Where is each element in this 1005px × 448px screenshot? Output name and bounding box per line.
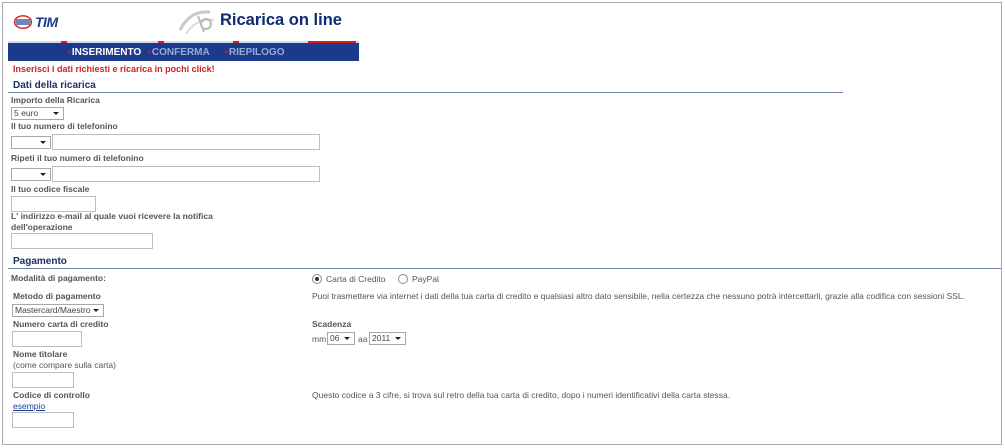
step-inserimento: » INSERIMENTO <box>67 47 142 58</box>
cvv-input[interactable] <box>12 412 74 428</box>
page-frame: TIM Ricarica on line » INSERIMENTO » CON… <box>2 2 1002 445</box>
holder-label: Nome titolare <box>13 349 68 359</box>
holder-name-input[interactable] <box>12 372 74 388</box>
step-conferma: » CONFERMA <box>147 47 210 58</box>
expiry-label: Scadenza <box>312 319 352 329</box>
cvv-note: Questo codice a 3 cifre, si trova sul re… <box>312 390 731 400</box>
phone-repeat-prefix-select[interactable] <box>11 168 51 181</box>
payment-method-select[interactable]: Mastercard/Maestro <box>12 304 104 317</box>
radio-credit-card[interactable] <box>312 274 322 284</box>
cvv-example-link[interactable]: esempio <box>13 401 45 411</box>
chevron-down-icon <box>395 337 401 340</box>
phone-repeat-input[interactable] <box>52 166 320 182</box>
expiry-month-select[interactable]: 06 <box>327 332 355 345</box>
card-number-label: Numero carta di credito <box>13 319 109 329</box>
chevron-down-icon <box>344 337 350 340</box>
chevron-down-icon <box>53 112 59 115</box>
amount-select[interactable]: 5 euro <box>11 107 64 120</box>
amount-label: Importo della Ricarica <box>11 95 100 105</box>
ricarica-graphic-icon <box>178 10 215 35</box>
chevron-down-icon <box>93 309 99 312</box>
step-riepilogo: » RIEPILOGO <box>224 47 285 58</box>
tagline: Inserisci i dati richiesti e ricarica in… <box>13 64 215 74</box>
radio-paypal-label: PayPal <box>412 274 439 284</box>
expiry-month-prefix: mm <box>312 334 327 344</box>
payment-method-label: Metodo di pagamento <box>13 291 101 301</box>
chevron-down-icon <box>40 141 46 144</box>
email-label: L' indirizzo e-mail al quale vuoi riceve… <box>11 211 213 221</box>
expiry-year-select[interactable]: 2011 <box>369 332 406 345</box>
holder-hint: (come compare sulla carta) <box>13 360 116 370</box>
section-title-payment: Pagamento <box>13 256 67 267</box>
page-title: Ricarica on line <box>220 11 342 29</box>
tax-code-input[interactable] <box>11 196 96 212</box>
tim-logo[interactable]: TIM <box>14 12 74 32</box>
section-title-recharge: Dati della ricarica <box>13 80 96 91</box>
email-label-line2: dell'operazione <box>11 222 73 232</box>
phone-label: Il tuo numero di telefonino <box>11 121 118 131</box>
step-arrow-icon: » <box>147 49 151 56</box>
expiry-year-prefix: aa <box>358 334 368 344</box>
phone-repeat-label: Ripeti il tuo numero di telefonino <box>11 153 144 163</box>
card-number-input[interactable] <box>12 331 82 347</box>
chevron-down-icon <box>40 173 46 176</box>
phone-prefix-select[interactable] <box>11 136 51 149</box>
step-bar: » INSERIMENTO » CONFERMA » RIEPILOGO <box>8 41 359 61</box>
ssl-security-note: Puoi trasmettere via internet i dati del… <box>312 291 965 301</box>
section-divider <box>8 92 843 93</box>
cvv-label: Codice di controllo <box>13 390 90 400</box>
tax-code-label: Il tuo codice fiscale <box>11 184 90 194</box>
phone-number-input[interactable] <box>52 134 320 150</box>
logo-text: TIM <box>35 14 58 30</box>
radio-credit-card-label: Carta di Credito <box>326 274 386 284</box>
tim-logo-icon <box>14 15 32 29</box>
step-arrow-icon: » <box>67 49 71 56</box>
section-divider <box>8 268 1001 269</box>
radio-paypal[interactable] <box>398 274 408 284</box>
email-input[interactable] <box>11 233 153 249</box>
payment-mode-label: Modalità di pagamento: <box>11 273 106 283</box>
step-arrow-icon: » <box>224 49 228 56</box>
